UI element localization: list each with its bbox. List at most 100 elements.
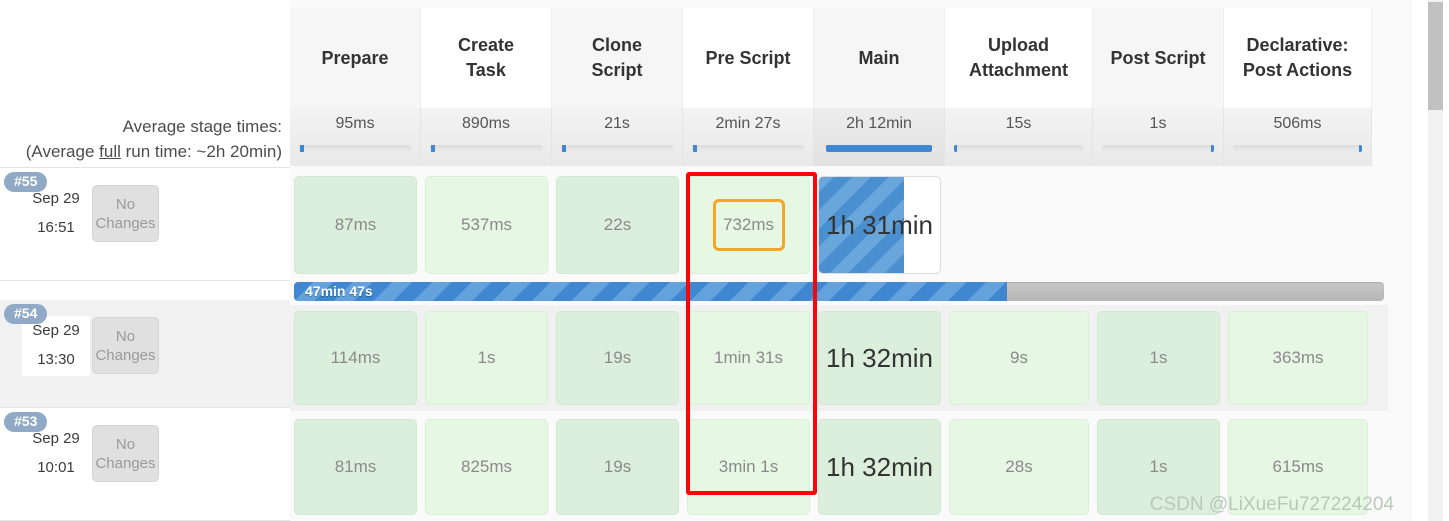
- run-label-gutter: Average stage times: (Average full run t…: [0, 0, 290, 521]
- cell-54-pre-script[interactable]: 1min 31s: [683, 305, 814, 411]
- average-value-main: 2h 12min: [846, 115, 912, 132]
- cell-value-55-declarative-post-actions: [1228, 176, 1368, 274]
- run-badge-55[interactable]: #55: [4, 172, 48, 192]
- average-value-post-script: 1s: [1149, 115, 1167, 132]
- cell-54-main[interactable]: 1h 32min: [814, 305, 945, 411]
- run-label-54[interactable]: #54 Sep 29 13:30 No Changes: [0, 300, 290, 408]
- stage-header-prepare[interactable]: Prepare: [290, 8, 421, 108]
- average-cell-clone-script: 21s: [552, 108, 683, 166]
- average-stage-times-line1: Average stage times:: [122, 117, 282, 136]
- run-progress-bar-55[interactable]: 47min 47s: [294, 282, 1384, 301]
- run-badge-53[interactable]: #53: [4, 412, 48, 432]
- cell-55-main[interactable]: 1h 31min: [814, 170, 945, 280]
- no-changes-line1-54: No: [115, 328, 136, 345]
- create-task-line2: Task: [466, 60, 506, 80]
- run-row-55: 87ms 537ms 22s 732ms 1h 31min: [290, 170, 1388, 280]
- cell-55-create-task[interactable]: 537ms: [421, 170, 552, 280]
- no-changes-line1-55: No: [115, 196, 136, 213]
- cell-value-55-create-task: 537ms: [425, 176, 548, 274]
- cell-55-upload-attachment[interactable]: [945, 170, 1093, 280]
- average-full-run-time-line: (Average full run time: ~2h 20min): [0, 139, 282, 164]
- stage-header-post-script[interactable]: Post Script: [1093, 8, 1224, 108]
- cell-value-55-clone-script: 22s: [556, 176, 679, 274]
- stage-header-declarative-post-actions[interactable]: Declarative: Post Actions: [1224, 8, 1372, 108]
- average-bar-upload-attachment: [954, 145, 1083, 152]
- cell-value-53-pre-script: 3min 1s: [687, 419, 810, 515]
- cell-55-post-script[interactable]: [1093, 170, 1224, 280]
- cell-value-53-main: 1h 32min: [818, 419, 941, 515]
- run-progress-fill-55: [294, 282, 1007, 301]
- stage-header-clone-script[interactable]: Clone Script: [552, 8, 683, 108]
- run-label-53[interactable]: #53 Sep 29 10:01 No Changes: [0, 408, 290, 521]
- vertical-scrollbar-thumb[interactable]: [1428, 2, 1443, 110]
- cell-55-prepare[interactable]: 87ms: [290, 170, 421, 280]
- cell-54-upload-attachment[interactable]: 9s: [945, 305, 1093, 411]
- average-times-row: 95ms 890ms 21s 2min 27s 2h 12min 15s 1s …: [290, 108, 1388, 166]
- average-bar-main: [823, 145, 935, 152]
- cell-53-pre-script[interactable]: 3min 1s: [683, 413, 814, 521]
- cell-54-declarative-post-actions[interactable]: 363ms: [1224, 305, 1372, 411]
- stage-header-upload-attachment[interactable]: Upload Attachment: [945, 8, 1093, 108]
- run-time-55: 16:51: [37, 219, 75, 236]
- cell-53-upload-attachment[interactable]: 28s: [945, 413, 1093, 521]
- upload-attachment-line2: Attachment: [968, 60, 1068, 80]
- cell-53-prepare[interactable]: 81ms: [290, 413, 421, 521]
- no-changes-button-53[interactable]: No Changes: [92, 425, 159, 482]
- cell-value-53-clone-script: 19s: [556, 419, 679, 515]
- no-changes-line2-54: Changes: [95, 347, 156, 364]
- cell-53-create-task[interactable]: 825ms: [421, 413, 552, 521]
- average-cell-upload-attachment: 15s: [945, 108, 1093, 166]
- stage-header-row: Prepare Create Task Clone Script Pre Scr…: [290, 8, 1388, 108]
- avg-full-suffix: run time: ~2h 20min): [120, 142, 282, 161]
- average-bar-post-script: [1102, 145, 1214, 152]
- cell-54-create-task[interactable]: 1s: [421, 305, 552, 411]
- cell-54-post-script[interactable]: 1s: [1093, 305, 1224, 411]
- clone-script-line1: Clone: [591, 35, 642, 55]
- run-label-55[interactable]: #55 Sep 29 16:51 No Changes: [0, 168, 290, 281]
- cell-value-54-prepare: 114ms: [294, 311, 417, 405]
- average-cell-main: 2h 12min: [814, 108, 945, 166]
- cell-value-54-upload-attachment: 9s: [949, 311, 1089, 405]
- run-badge-54[interactable]: #54: [4, 304, 48, 324]
- no-changes-button-54[interactable]: No Changes: [92, 317, 159, 374]
- no-changes-button-55[interactable]: No Changes: [92, 185, 159, 242]
- cell-55-pre-script[interactable]: 732ms: [683, 170, 814, 280]
- create-task-line1: Create: [457, 35, 515, 55]
- cell-box-55-main: 1h 31min: [818, 176, 941, 274]
- cell-value-54-main: 1h 32min: [818, 311, 941, 405]
- average-value-declarative-post-actions: 506ms: [1273, 115, 1322, 132]
- stage-header-create-task[interactable]: Create Task: [421, 8, 552, 108]
- run-date-55: Sep 29: [32, 190, 80, 207]
- declarative-line2: Post Actions: [1242, 60, 1353, 80]
- cell-54-prepare[interactable]: 114ms: [290, 305, 421, 411]
- cell-54-clone-script[interactable]: 19s: [552, 305, 683, 411]
- average-value-prepare: 95ms: [335, 115, 375, 132]
- average-value-clone-script: 21s: [604, 115, 630, 132]
- avg-full-prefix: (Average: [25, 142, 100, 161]
- average-cell-pre-script: 2min 27s: [683, 108, 814, 166]
- run-date-53: Sep 29: [32, 430, 80, 447]
- cell-value-55-post-script: [1097, 176, 1220, 274]
- average-bar-create-task: [430, 145, 542, 152]
- no-changes-line2-53: Changes: [95, 455, 156, 472]
- run-date-54: Sep 29: [32, 322, 80, 339]
- cell-value-54-create-task: 1s: [425, 311, 548, 405]
- average-bar-declarative-post-actions: [1233, 145, 1362, 152]
- average-cell-prepare: 95ms: [290, 108, 421, 166]
- average-value-pre-script: 2min 27s: [715, 115, 781, 132]
- average-value-create-task: 890ms: [461, 115, 511, 132]
- run-progress-label-55: 47min 47s: [305, 283, 373, 299]
- stage-header-pre-script[interactable]: Pre Script: [683, 8, 814, 108]
- cell-value-55-prepare: 87ms: [294, 176, 417, 274]
- avg-full-underlined: full: [99, 142, 121, 161]
- cell-53-clone-script[interactable]: 19s: [552, 413, 683, 521]
- upload-attachment-line1: Upload: [987, 35, 1049, 55]
- run-timestamp-53: Sep 29 10:01: [22, 424, 90, 484]
- run-time-53: 10:01: [37, 459, 75, 476]
- average-cell-declarative-post-actions: 506ms: [1224, 108, 1372, 166]
- stage-header-main[interactable]: Main: [814, 8, 945, 108]
- cell-53-main[interactable]: 1h 32min: [814, 413, 945, 521]
- cell-55-clone-script[interactable]: 22s: [552, 170, 683, 280]
- no-changes-line2-55: Changes: [95, 215, 156, 232]
- cell-55-declarative-post-actions[interactable]: [1224, 170, 1372, 280]
